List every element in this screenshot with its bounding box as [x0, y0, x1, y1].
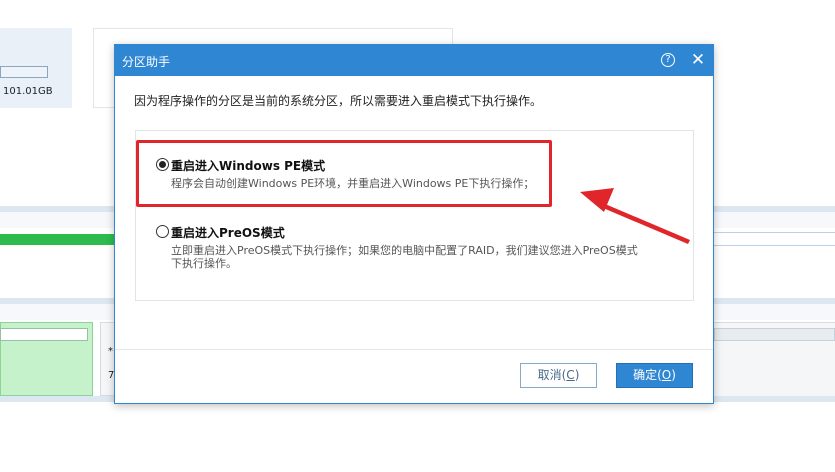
- dialog-title: 分区助手: [122, 55, 171, 69]
- partition-label: *: [108, 346, 113, 357]
- cancel-button[interactable]: 取消(C): [520, 363, 597, 388]
- dialog-titlebar[interactable]: 分区助手 ? ✕: [115, 45, 713, 76]
- help-icon[interactable]: ?: [661, 53, 675, 67]
- footer-divider: [115, 349, 713, 350]
- annotation-arrow-icon: [580, 188, 690, 244]
- partition-block-bar: [714, 328, 835, 341]
- disk-usage-bar: [0, 66, 48, 78]
- close-icon[interactable]: ✕: [689, 50, 707, 70]
- ok-button[interactable]: 确定(O): [616, 363, 693, 388]
- partition-block[interactable]: [100, 322, 114, 396]
- disk-size-label: 101.01GB: [3, 86, 53, 97]
- screen: 101.01GB * 7 分区助手 ? ✕ 因为程序操作的分区是当前的系统分区，…: [0, 0, 835, 472]
- option-title: 重启进入PreOS模式: [171, 226, 285, 240]
- radio-preos[interactable]: [156, 225, 169, 238]
- partition-block-bar: [0, 328, 88, 341]
- annotation-highlight-box: [136, 140, 552, 207]
- partition-row-right: [714, 232, 835, 246]
- partition-usage-bar: [0, 234, 115, 245]
- dialog-message: 因为程序操作的分区是当前的系统分区，所以需要进入重启模式下执行操作。: [134, 94, 543, 108]
